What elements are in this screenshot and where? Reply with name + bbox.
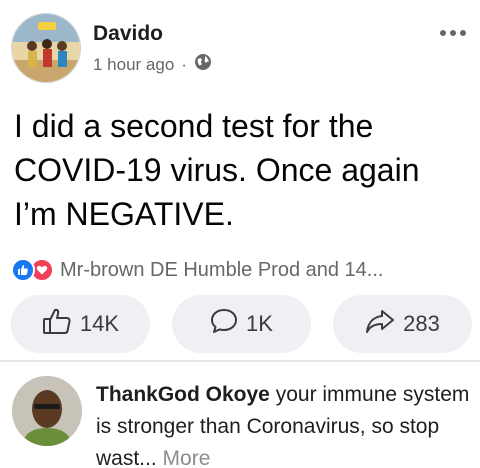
comment-button[interactable]: 1K [172,295,311,353]
post-meta: 1 hour ago · [93,53,212,76]
author-name[interactable]: Davido [93,22,163,46]
share-icon [365,308,403,340]
globe-icon [194,53,212,76]
like-count: 14K [79,311,120,336]
comment-item: ThankGod Okoye your immune system is str… [0,362,480,468]
see-more-link[interactable]: More [157,447,211,468]
thumbs-up-icon [42,307,80,341]
comment-count: 1K [246,311,273,336]
post-time[interactable]: 1 hour ago [93,55,174,75]
post-text: I did a second test for the COVID-19 vir… [14,108,420,232]
reactions-text: Mr-brown DE Humble Prod and 14... [60,258,384,281]
comment-icon [210,307,246,341]
comment-body: ThankGod Okoye your immune system is str… [96,379,471,468]
share-count: 283 [403,311,440,336]
more-options-icon[interactable] [440,30,466,36]
like-reaction-icon [11,258,35,282]
meta-separator: · [181,54,187,74]
like-button[interactable]: 14K [11,295,150,353]
share-button[interactable]: 283 [333,295,472,353]
reactions-summary[interactable]: Mr-brown DE Humble Prod and 14... [11,258,383,282]
author-avatar[interactable] [11,13,81,83]
commenter-avatar[interactable] [12,376,82,446]
action-bar: 14K 1K 283 [11,295,472,353]
commenter-name[interactable]: ThankGod Okoye [96,383,270,406]
post-card: Davido 1 hour ago · I did a second test … [0,0,480,362]
